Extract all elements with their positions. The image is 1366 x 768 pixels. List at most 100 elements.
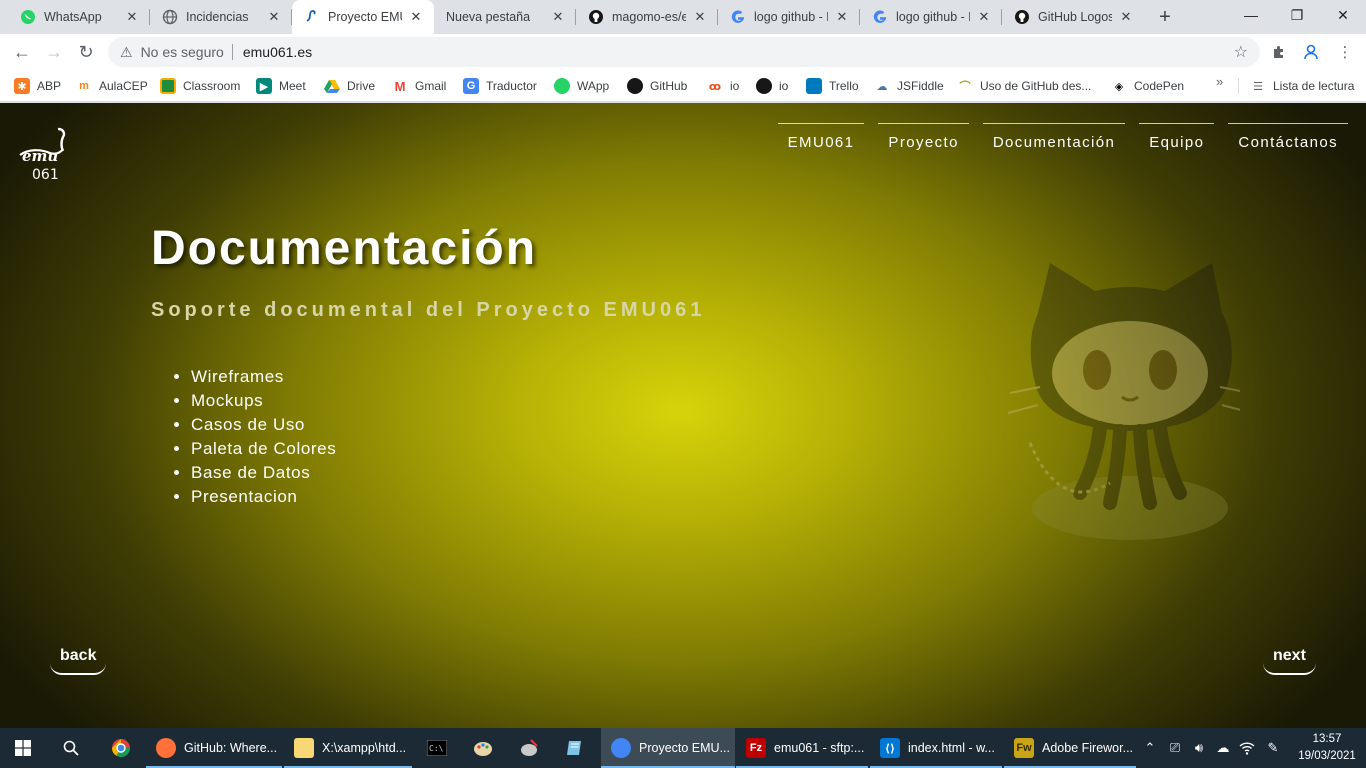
terminal-icon[interactable]: C:\ bbox=[414, 728, 460, 768]
minimize-button[interactable]: — bbox=[1228, 0, 1274, 30]
bookmark-github[interactable]: GitHub bbox=[627, 76, 687, 96]
bookmark-jsfiddle[interactable]: ☁ JSFiddle bbox=[874, 76, 944, 96]
taskbar-app-fireworks[interactable]: Fw Adobe Firewor... bbox=[1004, 728, 1136, 768]
chrome-pinned-icon[interactable] bbox=[98, 728, 144, 768]
bookmark-label: Traductor bbox=[486, 79, 537, 93]
nav-documentacion[interactable]: Documentación bbox=[982, 123, 1126, 159]
doc-link-presentacion[interactable]: Presentacion bbox=[191, 485, 336, 509]
address-bar[interactable]: ⚠ No es seguro emu061.es ☆ bbox=[108, 37, 1260, 67]
paint-tool-icon[interactable] bbox=[506, 728, 552, 768]
tab-nueva-pestana[interactable]: Nueva pestaña ✕ bbox=[434, 0, 576, 34]
nav-equipo[interactable]: Equipo bbox=[1139, 123, 1215, 159]
bookmark-classroom[interactable]: Classroom bbox=[160, 76, 240, 96]
tab-incidencias[interactable]: Incidencias ✕ bbox=[150, 0, 292, 34]
tab-strip: WhatsApp ✕ Incidencias ✕ Proyecto EMU ✕ … bbox=[0, 0, 1366, 34]
close-icon[interactable]: ✕ bbox=[266, 9, 282, 25]
close-icon[interactable]: ✕ bbox=[408, 9, 424, 25]
bookmark-drive[interactable]: Drive bbox=[324, 76, 375, 96]
nav-proyecto[interactable]: Proyecto bbox=[878, 123, 969, 159]
search-icon[interactable] bbox=[48, 728, 94, 768]
reading-list[interactable]: ☰ Lista de lectura bbox=[1250, 76, 1354, 96]
bookmark-abp[interactable]: ✱ ABP bbox=[14, 76, 61, 96]
back-button[interactable]: back bbox=[50, 645, 107, 675]
taskbar-app-filezilla[interactable]: Fz emu061 - sftp:... bbox=[736, 728, 868, 768]
close-icon[interactable]: ✕ bbox=[550, 9, 566, 25]
nav-contactanos[interactable]: Contáctanos bbox=[1228, 123, 1348, 159]
bookmarks-divider bbox=[1238, 78, 1239, 94]
notes-icon[interactable] bbox=[552, 728, 598, 768]
doc-link-casos-de-uso[interactable]: Casos de Uso bbox=[191, 413, 336, 437]
bookmark-uso-github[interactable]: ⌒ Uso de GitHub des... bbox=[957, 76, 1092, 96]
folder-icon bbox=[294, 738, 314, 758]
menu-kebab-icon[interactable]: ⋮ bbox=[1334, 41, 1356, 63]
onedrive-cloud-icon[interactable]: ☁ bbox=[1212, 728, 1234, 768]
bookmark-label: GitHub bbox=[650, 79, 688, 93]
tab-github-logos[interactable]: GitHub Logos ✕ bbox=[1002, 0, 1144, 34]
warning-icon[interactable]: ⚠ bbox=[120, 44, 133, 61]
url-text[interactable]: emu061.es bbox=[243, 44, 312, 60]
tab-proyecto-emu[interactable]: Proyecto EMU ✕ bbox=[292, 0, 434, 34]
forward-arrow-icon[interactable]: → bbox=[40, 38, 68, 66]
extensions-puzzle-icon[interactable] bbox=[1268, 41, 1290, 63]
emu-logo-icon[interactable]: emu 061 bbox=[18, 125, 72, 181]
back-arrow-icon[interactable]: ← bbox=[8, 38, 36, 66]
maximize-button[interactable]: ❐ bbox=[1274, 0, 1320, 30]
next-button[interactable]: next bbox=[1263, 645, 1316, 675]
fireworks-icon: Fw bbox=[1014, 738, 1034, 758]
close-icon[interactable]: ✕ bbox=[124, 9, 140, 25]
firefox-icon bbox=[156, 738, 176, 758]
bookmark-io-github[interactable]: io bbox=[756, 76, 788, 96]
paint-palette-icon[interactable] bbox=[460, 728, 506, 768]
bookmarks-more-button[interactable]: » bbox=[1216, 74, 1223, 89]
taskbar-app-explorer[interactable]: X:\xampp\htd... bbox=[284, 728, 412, 768]
svg-text:C:\: C:\ bbox=[429, 744, 444, 753]
bookmark-gmail[interactable]: M Gmail bbox=[392, 76, 447, 96]
system-clock[interactable]: 13:57 19/03/2021 bbox=[1292, 731, 1362, 765]
profile-avatar-icon[interactable] bbox=[1300, 41, 1322, 63]
reload-icon[interactable]: ↻ bbox=[72, 38, 100, 66]
close-icon[interactable]: ✕ bbox=[692, 9, 708, 25]
tray-chevron-up-icon[interactable]: ⌃ bbox=[1140, 728, 1160, 768]
bookmark-star-icon[interactable]: ☆ bbox=[1234, 42, 1248, 62]
bookmark-label: Drive bbox=[347, 79, 376, 93]
close-icon[interactable]: ✕ bbox=[1118, 9, 1134, 25]
close-icon[interactable]: ✕ bbox=[976, 9, 992, 25]
bookmark-label: Trello bbox=[829, 79, 859, 93]
doc-link-base-de-datos[interactable]: Base de Datos bbox=[191, 461, 336, 485]
taskbar-app-label: emu061 - sftp:... bbox=[774, 741, 865, 755]
bookmark-wapp[interactable]: WApp bbox=[554, 76, 609, 96]
tab-title: Nueva pestaña bbox=[446, 10, 531, 24]
bookmark-aulacep[interactable]: m AulaCEP bbox=[76, 76, 148, 96]
bookmark-traductor[interactable]: G Traductor bbox=[463, 76, 537, 96]
bookmark-label: CodePen bbox=[1134, 79, 1185, 93]
taskbar-app-chrome[interactable]: Proyecto EMU... bbox=[601, 728, 735, 768]
windows-start-icon[interactable] bbox=[0, 728, 46, 768]
new-tab-button[interactable]: + bbox=[1154, 6, 1176, 28]
bookmark-io-gitpod[interactable]: ꝏ io bbox=[707, 76, 739, 96]
tab-whatsapp[interactable]: WhatsApp ✕ bbox=[8, 0, 150, 34]
doc-link-paleta-de-colores[interactable]: Paleta de Colores bbox=[191, 437, 336, 461]
site-navigation: EMU061 Proyecto Documentación Equipo Con… bbox=[777, 123, 1348, 159]
tray-network-device-icon[interactable]: ⎚ bbox=[1164, 728, 1186, 768]
tab-magomo[interactable]: magomo-es/er ✕ bbox=[576, 0, 718, 34]
bookmark-label: JSFiddle bbox=[897, 79, 944, 93]
volume-icon[interactable]: 🔊︎ bbox=[1188, 728, 1210, 768]
wifi-icon[interactable] bbox=[1236, 728, 1258, 768]
pen-ink-icon[interactable]: ✎ bbox=[1262, 728, 1284, 768]
taskbar-app-firefox[interactable]: GitHub: Where... bbox=[146, 728, 282, 768]
doc-link-wireframes[interactable]: Wireframes bbox=[191, 365, 336, 389]
doc-link-mockups[interactable]: Mockups bbox=[191, 389, 336, 413]
nav-emu061[interactable]: EMU061 bbox=[777, 123, 865, 159]
close-window-button[interactable]: ✕ bbox=[1320, 0, 1366, 30]
drive-icon bbox=[324, 78, 340, 94]
bookmark-meet[interactable]: ▶ Meet bbox=[256, 76, 306, 96]
tab-logo-github-1[interactable]: logo github - E ✕ bbox=[718, 0, 860, 34]
bookmark-trello[interactable]: Trello bbox=[806, 76, 859, 96]
taskbar-app-vscode[interactable]: ⟨⟩ index.html - w... bbox=[870, 728, 1002, 768]
close-icon[interactable]: ✕ bbox=[834, 9, 850, 25]
bookmark-label: io bbox=[779, 79, 789, 93]
security-label[interactable]: No es seguro bbox=[141, 44, 224, 60]
chrome-icon bbox=[611, 738, 631, 758]
bookmark-codepen[interactable]: ◈ CodePen bbox=[1111, 76, 1184, 96]
tab-logo-github-2[interactable]: logo github - E ✕ bbox=[860, 0, 1002, 34]
